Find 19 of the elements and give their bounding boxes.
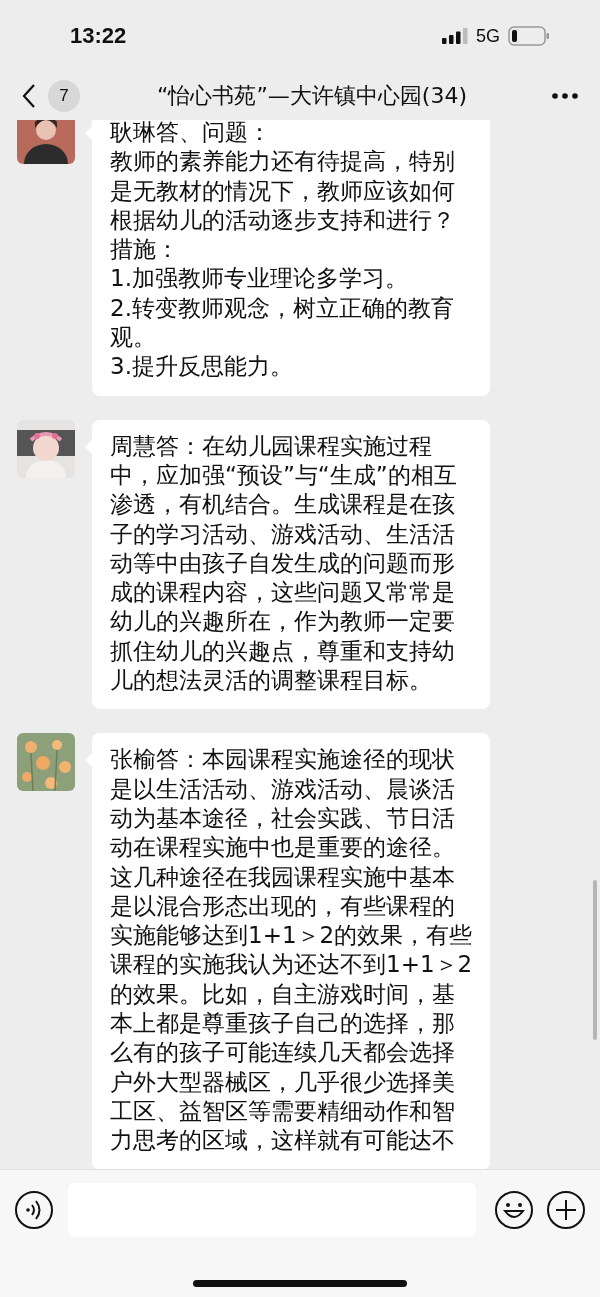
unread-count-badge[interactable]: 7 xyxy=(48,80,80,112)
message-text: 2.转变教师观念，树立正确的教育观。 xyxy=(110,293,455,353)
signal-icon xyxy=(442,28,468,44)
battery-icon xyxy=(508,26,550,46)
network-label: 5G xyxy=(476,25,500,47)
message-text: 张榆答：本园课程实施途径的现状是以生活活动、游戏活动、晨谈活动为基本途径，社会实践、节日活动在课程实施中也是重要的途径。这几种途径在我园课程实施中基本是以混合形态出现的，有些课程的实施能够达到1+1＞2的效果，有些课程的实施我认为还达不到1+1＞2的效果。比如，自主游戏时间，基本上都是尊重孩子自己的选择，那么有的孩子可能连续几天都会选择户外大型器械区，几乎很少选择美工区、益智区等需要精细动作和智力思考的区域，这样就有可能达不 xyxy=(110,745,474,1156)
back-icon[interactable] xyxy=(22,83,36,109)
more-icon[interactable] xyxy=(552,93,578,99)
status-time: 13:22 xyxy=(70,23,127,49)
message-text: 周慧答：在幼儿园课程实施过程中，应加强“预设”与“生成”的相互渗透，有机结合。生成课程是在孩子的学习活动、游戏活动、生活活动等中由孩子自发生成的问题而形成的课程内容，这些问题又常常是幼儿的兴趣所在，作为教师一定要抓住幼儿的兴趣点，尊重和支持幼儿的想法灵活的调整课程目标。 xyxy=(110,431,458,696)
emoji-icon[interactable] xyxy=(494,1190,534,1230)
message-text: 措施： xyxy=(110,235,180,265)
message-text: 教师的素养能力还有待提高，特别是无教材的情况下，教师应该如何根据幼儿的活动逐步支持和进行？ xyxy=(110,147,456,235)
message-text: 3.提升反思能力。 xyxy=(110,352,294,382)
chat-title: “怡心书苑”—大许镇中心园(34) xyxy=(156,82,468,110)
message-text: 1.加强教师专业理论多学习。 xyxy=(110,264,409,294)
voice-icon[interactable] xyxy=(14,1190,54,1230)
message-text: 耿琳答、问题： xyxy=(110,120,272,147)
add-icon[interactable] xyxy=(546,1190,586,1230)
